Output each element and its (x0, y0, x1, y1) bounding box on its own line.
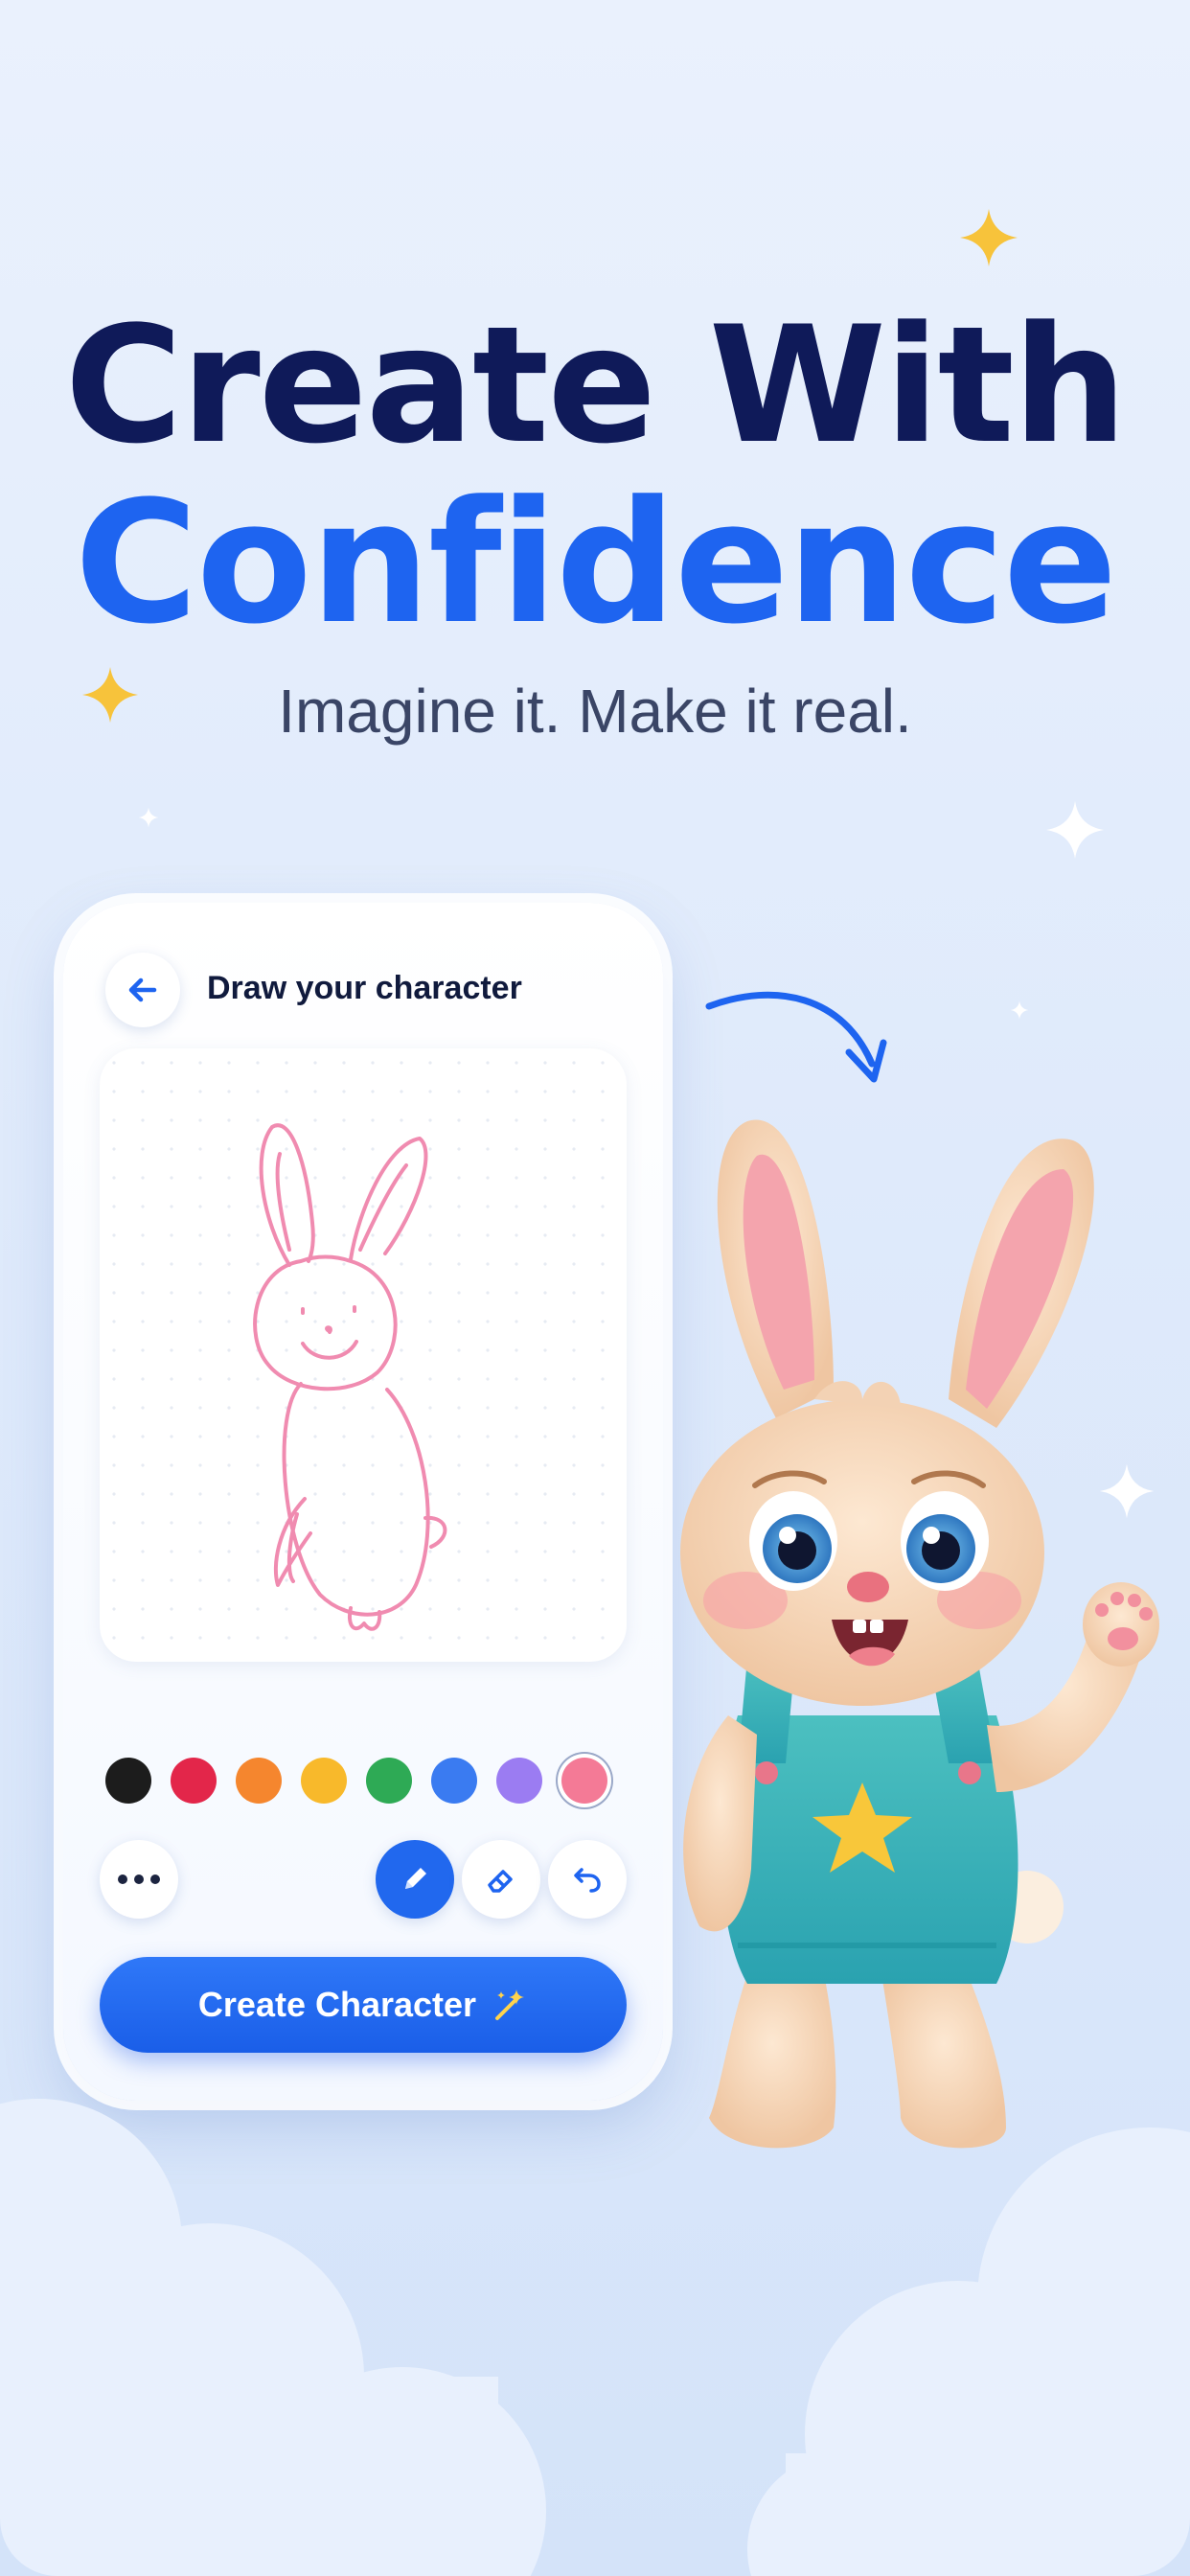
sparkle-icon (138, 807, 159, 828)
color-swatch[interactable] (366, 1758, 412, 1804)
color-swatch[interactable] (236, 1758, 282, 1804)
color-swatch[interactable] (105, 1758, 151, 1804)
bunny-sketch (253, 1123, 447, 1631)
sparkle-icon (1010, 1000, 1029, 1020)
phone-mockup: Draw your character Create Character (63, 903, 663, 2101)
drawing-canvas[interactable] (100, 1048, 627, 1662)
phone-screen-title: Draw your character (207, 970, 522, 1006)
back-button[interactable] (105, 953, 180, 1027)
magic-sparkles-icon (495, 1990, 525, 2020)
arrow-left-icon (128, 978, 157, 1002)
color-swatch[interactable] (561, 1758, 607, 1804)
color-palette (102, 1754, 627, 1807)
headline-line-1: Create With (64, 291, 1128, 479)
promo-screen: Create With Confidence Imagine it. Make … (0, 0, 1190, 2576)
pencil-tool-button[interactable] (376, 1840, 454, 1919)
eraser-tool-button[interactable] (462, 1840, 540, 1919)
more-button[interactable] (100, 1840, 178, 1919)
color-swatch[interactable] (301, 1758, 347, 1804)
pencil-icon (405, 1868, 426, 1889)
create-character-label: Create Character (197, 1985, 477, 2024)
curved-arrow-icon (705, 991, 887, 1083)
color-swatch[interactable] (431, 1758, 477, 1804)
sparkle-icon (960, 209, 1018, 266)
eraser-icon (488, 1870, 513, 1893)
color-swatch[interactable] (496, 1758, 542, 1804)
undo-icon (574, 1868, 601, 1893)
headline-line-2: Confidence (74, 465, 1118, 661)
tagline: Imagine it. Make it real. (278, 677, 912, 746)
more-dots-icon (118, 1874, 160, 1884)
clouds-decoration (0, 2099, 1190, 2576)
color-swatch[interactable] (171, 1758, 217, 1804)
undo-button[interactable] (548, 1840, 627, 1919)
bunny-character-illustration (680, 1119, 1159, 2149)
sparkle-icon (1046, 801, 1104, 859)
create-character-button[interactable]: Create Character (100, 1957, 627, 2053)
